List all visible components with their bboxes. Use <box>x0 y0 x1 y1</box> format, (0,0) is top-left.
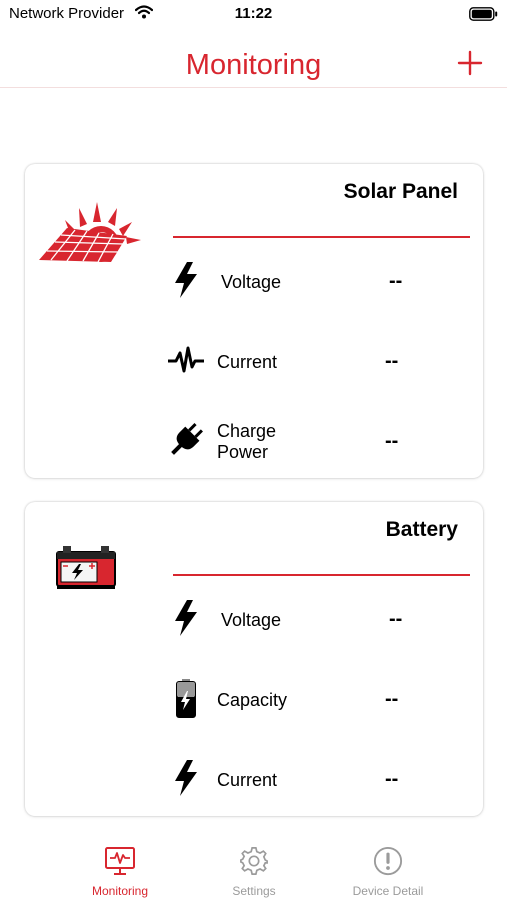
status-time: 11:22 <box>234 5 273 22</box>
lightning-bolt-icon <box>165 756 207 800</box>
divider <box>173 236 470 238</box>
tab-label: Settings <box>232 884 276 898</box>
tab-bar: Monitoring Settings Device Detail <box>0 838 507 900</box>
tab-device-detail[interactable]: Device Detail <box>328 846 448 898</box>
row-value: -- <box>389 270 403 292</box>
row-value: -- <box>385 768 399 790</box>
battery-current-row: Current -- <box>165 756 465 806</box>
row-value: -- <box>385 350 399 372</box>
solar-panel-card[interactable]: Solar Panel Voltage -- Current -- Charge… <box>25 164 483 478</box>
row-value: -- <box>385 688 399 710</box>
battery-card[interactable]: Battery Voltage -- Capacity -- Current -… <box>25 502 483 816</box>
plus-icon <box>457 50 483 76</box>
lightning-bolt-icon <box>165 596 207 640</box>
row-label-line1: Charge <box>217 421 277 441</box>
monitor-pulse-icon <box>60 846 180 881</box>
solar-panel-sun-image <box>37 200 145 271</box>
row-label: Current <box>217 770 278 790</box>
row-value: -- <box>389 608 403 630</box>
card-title: Solar Panel <box>343 180 458 203</box>
battery-capacity-row: Capacity -- <box>165 676 465 726</box>
page-title: Monitoring <box>185 49 322 81</box>
car-battery-image <box>55 542 119 595</box>
tab-label: Monitoring <box>91 884 149 898</box>
battery-status-icon <box>469 7 498 26</box>
row-label: Charge Power <box>217 421 276 463</box>
lightning-bolt-icon <box>165 258 207 302</box>
pulse-waveform-icon <box>165 338 207 382</box>
add-button[interactable] <box>457 50 483 76</box>
tab-label: Device Detail <box>352 884 424 898</box>
solar-charge-power-row: Charge Power -- <box>165 418 465 468</box>
gear-icon <box>194 846 314 881</box>
card-title: Battery <box>385 518 458 541</box>
battery-charging-icon <box>165 676 207 720</box>
plug-icon <box>165 418 207 462</box>
divider <box>173 574 470 576</box>
battery-voltage-row: Voltage -- <box>165 596 465 646</box>
tab-settings[interactable]: Settings <box>194 846 314 898</box>
row-label: Capacity <box>217 690 288 710</box>
tab-monitoring[interactable]: Monitoring <box>60 846 180 898</box>
solar-voltage-row: Voltage -- <box>165 258 465 308</box>
solar-current-row: Current -- <box>165 338 465 388</box>
row-label-line2: Power <box>217 442 269 462</box>
row-label: Current <box>217 352 278 372</box>
navigation-bar: Monitoring <box>0 30 507 88</box>
row-value: -- <box>385 430 399 452</box>
row-label: Voltage <box>221 272 282 292</box>
status-bar: Network Provider 11:22 <box>0 0 507 30</box>
info-exclamation-icon <box>328 846 448 881</box>
row-label: Voltage <box>221 610 282 630</box>
